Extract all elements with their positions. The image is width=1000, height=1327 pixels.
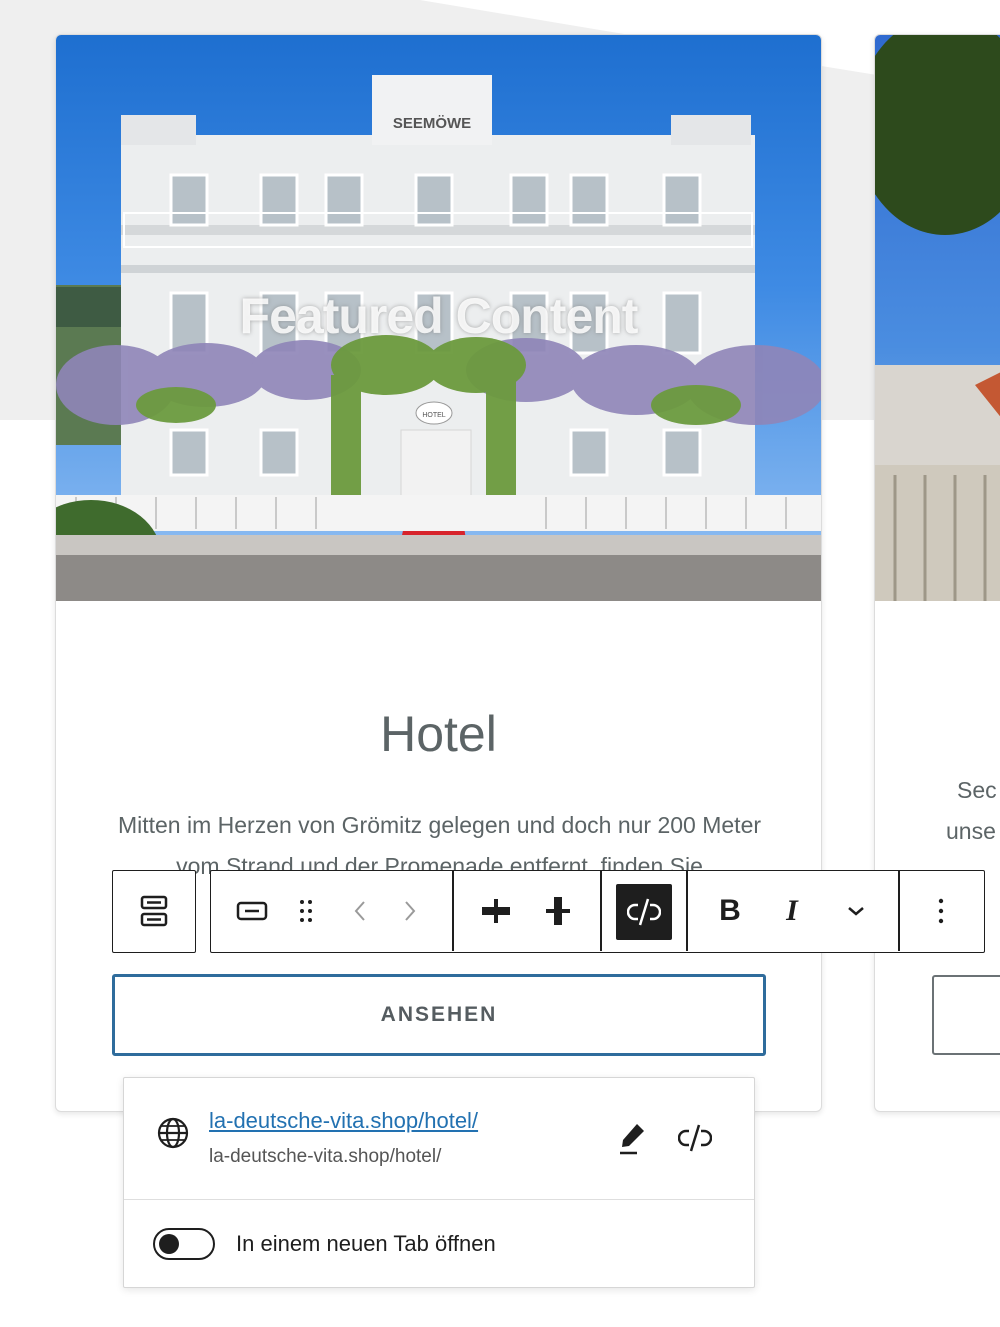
edit-link-button[interactable] <box>612 1118 652 1158</box>
link-off-icon <box>678 1124 712 1152</box>
next-card-text-line2: unse <box>946 818 996 844</box>
next-card-text-line1: Sec <box>957 777 997 803</box>
globe-icon <box>157 1117 189 1149</box>
button-icon <box>236 901 268 921</box>
justify-horizontal-button[interactable] <box>473 871 519 951</box>
next-card-button[interactable] <box>932 975 1000 1055</box>
bold-button[interactable]: B <box>707 871 753 951</box>
justify-vertical-icon <box>546 897 570 925</box>
card-image: SEEMÖWE HOTEL Featured Content <box>56 35 821 601</box>
hotel-name-sign: SEEMÖWE <box>393 115 471 132</box>
toolbar-parent-group <box>112 870 196 953</box>
drag-handle-icon <box>300 900 312 922</box>
toolbar-separator <box>898 871 900 951</box>
block-toolbar: B I <box>210 870 985 953</box>
popover-divider <box>124 1199 754 1200</box>
new-tab-toggle[interactable] <box>153 1228 215 1260</box>
more-vertical-icon <box>938 898 944 924</box>
link-popover: la-deutsche-vita.shop/hotel/ la-deutsche… <box>123 1077 755 1288</box>
hotel-door-sign: HOTEL <box>422 412 445 419</box>
chevron-right-icon <box>405 901 416 921</box>
toolbar-separator <box>686 871 688 951</box>
card-title: Hotel <box>380 706 497 762</box>
move-left-button[interactable] <box>343 871 377 951</box>
chevron-down-icon <box>848 907 864 916</box>
link-url-sub: la-deutsche-vita.shop/hotel/ <box>209 1146 442 1167</box>
justify-horizontal-icon <box>482 899 510 923</box>
justify-vertical-button[interactable] <box>535 871 581 951</box>
link-off-icon <box>627 898 661 926</box>
chevron-left-icon <box>354 901 365 921</box>
options-button[interactable] <box>921 871 961 951</box>
toolbar-separator <box>452 871 454 951</box>
unlink-button[interactable] <box>616 884 672 940</box>
block-type-button[interactable] <box>229 871 275 951</box>
next-card-image <box>875 35 1000 601</box>
toolbar-separator <box>600 871 602 951</box>
more-formats-button[interactable] <box>833 871 879 951</box>
next-card-illustration <box>875 35 1000 601</box>
remove-link-button[interactable] <box>675 1118 715 1158</box>
move-right-button[interactable] <box>393 871 427 951</box>
new-tab-label: In einem neuen Tab öffnen <box>236 1231 496 1256</box>
group-icon <box>140 895 168 927</box>
italic-button[interactable]: I <box>771 871 813 951</box>
select-parent-button[interactable] <box>113 871 195 951</box>
drag-handle-button[interactable] <box>289 871 323 951</box>
ansehen-button[interactable]: ANSEHEN <box>112 974 766 1056</box>
link-url[interactable]: la-deutsche-vita.shop/hotel/ <box>209 1108 478 1134</box>
italic-icon: I <box>786 894 798 927</box>
bold-icon: B <box>719 894 741 927</box>
pencil-icon <box>620 1124 644 1155</box>
featured-content-overlay: Featured Content <box>239 288 639 344</box>
